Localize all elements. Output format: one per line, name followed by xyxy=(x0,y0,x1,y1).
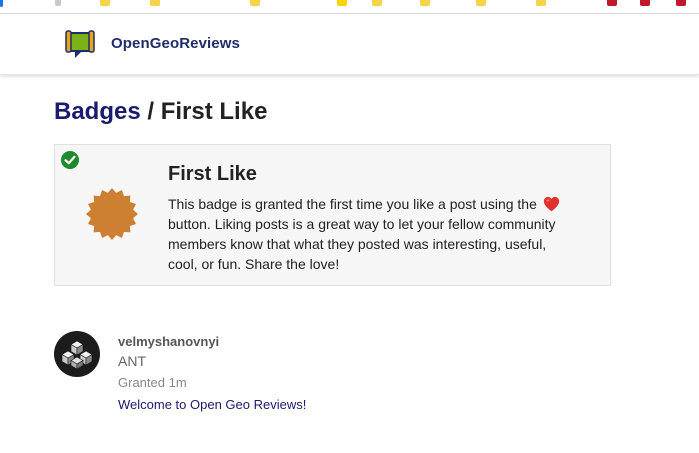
bookmark-icon[interactable] xyxy=(372,0,382,6)
grant-post-link[interactable]: Welcome to Open Geo Reviews! xyxy=(118,397,306,412)
bookmark-icon[interactable] xyxy=(55,0,61,6)
bookmark-icon[interactable] xyxy=(640,0,650,6)
badge-description-part2: button. Liking posts is a great way to l… xyxy=(168,216,556,272)
check-circle-icon xyxy=(61,151,79,169)
page-title: Badges / First Like xyxy=(54,98,267,126)
bookmark-icon[interactable] xyxy=(676,0,686,6)
bookmark-icon[interactable] xyxy=(150,0,160,6)
site-logo-icon[interactable] xyxy=(63,24,103,64)
bookmark-icon[interactable] xyxy=(476,0,486,6)
browser-bookmarks-bar xyxy=(0,0,699,14)
bronze-badge-icon xyxy=(86,188,138,240)
bookmark-icon[interactable] xyxy=(250,0,260,6)
heart-icon xyxy=(543,196,559,212)
cube-avatar-icon[interactable] xyxy=(54,331,100,377)
grant-time: Granted 1m xyxy=(118,375,187,390)
badge-description: This badge is granted the first time you… xyxy=(168,194,568,274)
bookmark-icon[interactable] xyxy=(100,0,110,6)
badge-name: First Like xyxy=(168,163,257,185)
site-name[interactable]: OpenGeoReviews xyxy=(111,35,240,52)
bookmark-icon[interactable] xyxy=(536,0,546,6)
badge-description-part1: This badge is granted the first time you… xyxy=(168,196,537,212)
site-header: OpenGeoReviews xyxy=(0,15,699,75)
bookmark-icon[interactable] xyxy=(0,0,3,7)
bookmark-icon[interactable] xyxy=(420,0,430,6)
bookmark-icon[interactable] xyxy=(607,0,617,6)
breadcrumb-badges-link[interactable]: Badges xyxy=(54,98,141,125)
badge-card: First Like This badge is granted the fir… xyxy=(54,144,611,286)
breadcrumb-current: First Like xyxy=(160,98,268,125)
bookmark-icon[interactable] xyxy=(337,0,347,6)
grant-username[interactable]: velmyshanovnyi xyxy=(118,334,219,349)
breadcrumb-separator: / xyxy=(147,98,155,125)
grant-user-title: ANT xyxy=(118,353,146,369)
